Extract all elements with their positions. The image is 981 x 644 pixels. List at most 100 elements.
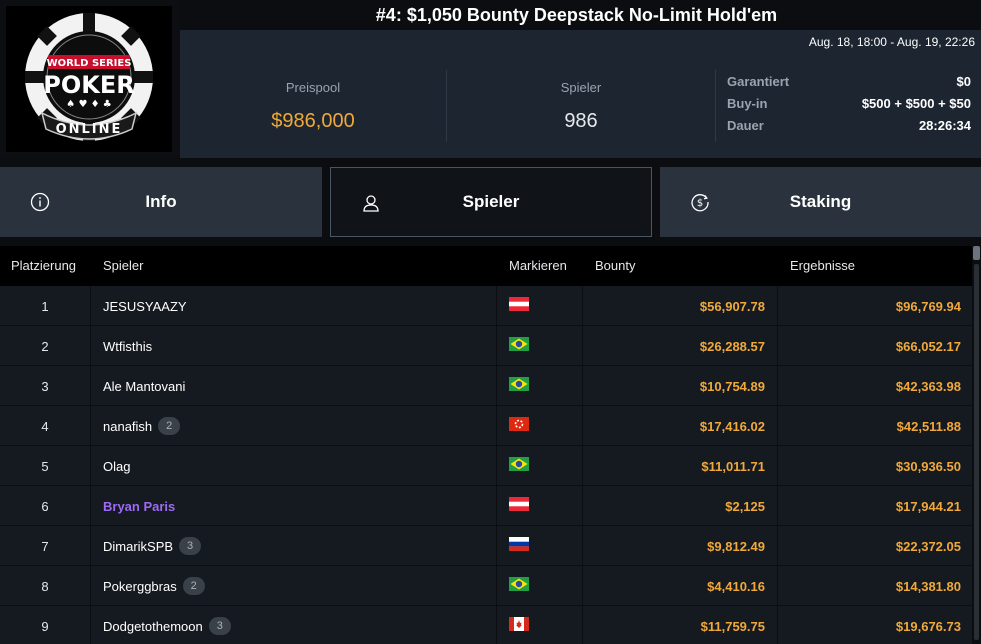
svg-text:♠ ♥ ♦ ♣: ♠ ♥ ♦ ♣: [66, 99, 111, 110]
cell-divider: [582, 326, 583, 366]
bounty-cell: $10,754.89: [699, 378, 765, 394]
brazil-flag-icon: [509, 457, 529, 471]
prize-pool-stat: Preispool $986,000: [180, 54, 446, 158]
player-name-cell[interactable]: DimarikSPB 3: [103, 526, 202, 566]
table-row[interactable]: 1 JESUSYAAZY $56,907.78 $96,769.94: [0, 286, 972, 326]
tab-players[interactable]: Spieler: [330, 167, 652, 237]
player-name-cell[interactable]: JESUSYAAZY: [103, 286, 187, 326]
player-name-cell[interactable]: Wtfisthis: [103, 326, 152, 366]
player-name[interactable]: Dodgetothemoon: [103, 619, 203, 634]
cell-divider: [496, 366, 497, 406]
duration-label: Dauer: [727, 118, 764, 133]
table-row[interactable]: 3 Ale Mantovani $10,754.89 $42,363.98: [0, 366, 972, 406]
player-count-badge: 3: [208, 617, 231, 635]
cell-divider: [496, 486, 497, 526]
rank-cell: 5: [41, 458, 49, 474]
bounty-cell: $11,011.71: [701, 458, 765, 474]
player-name[interactable]: DimarikSPB: [103, 539, 173, 554]
player-name[interactable]: Wtfisthis: [103, 339, 152, 354]
cell-divider: [90, 286, 91, 326]
cell-divider: [777, 446, 778, 486]
tournament-dates: Aug. 18, 18:00 - Aug. 19, 22:26: [808, 35, 975, 49]
player-name-cell[interactable]: Olag: [103, 446, 130, 486]
player-name[interactable]: nanafish: [103, 419, 152, 434]
bounty-cell: $4,410.16: [707, 578, 765, 594]
flag-cell: [509, 296, 529, 312]
result-cell: $17,944.21: [895, 498, 961, 514]
brazil-flag-icon: [509, 377, 529, 391]
table-row[interactable]: 7 DimarikSPB 3 $9,812.49 $22,372.05: [0, 526, 972, 566]
hong-kong-flag-icon: [509, 417, 529, 431]
canada-flag-icon: [509, 617, 529, 631]
scrollbar-thumb[interactable]: [973, 246, 980, 260]
cell-divider: [777, 526, 778, 566]
table-row[interactable]: 5 Olag $11,011.71 $30,936.50: [0, 446, 972, 486]
cell-divider: [777, 366, 778, 406]
table-row[interactable]: 6 Bryan Paris $2,125 $17,944.21: [0, 486, 972, 526]
cell-divider: [90, 366, 91, 406]
player-name[interactable]: Bryan Paris: [103, 499, 175, 514]
stat-divider: [715, 70, 716, 142]
buyin-row: Buy-in $500 + $500 + $50: [727, 96, 971, 118]
col-flag-header[interactable]: Markieren: [509, 258, 567, 273]
player-name-cell[interactable]: Dodgetothemoon 3: [103, 606, 231, 644]
tab-info[interactable]: Info: [0, 167, 322, 237]
player-name[interactable]: Ale Mantovani: [103, 379, 185, 394]
rank-cell: 1: [41, 298, 49, 314]
player-name-cell[interactable]: nanafish 2: [103, 406, 181, 446]
flag-cell: [509, 616, 529, 632]
player-name-cell[interactable]: Pokerggbras 2: [103, 566, 205, 606]
tournament-title: #4: $1,050 Bounty Deepstack No-Limit Hol…: [375, 4, 778, 25]
result-cell: $42,363.98: [895, 378, 961, 394]
flag-cell: [509, 376, 529, 392]
bounty-cell: $9,812.49: [707, 538, 765, 554]
player-name[interactable]: Pokerggbras: [103, 579, 177, 594]
players-stat: Spieler 986: [447, 54, 715, 158]
user-icon: [363, 195, 379, 212]
table-row[interactable]: 9 Dodgetothemoon 3 $11,759.75 $19,676.73: [0, 606, 972, 644]
cell-divider: [582, 366, 583, 406]
cell-divider: [582, 446, 583, 486]
cell-divider: [496, 566, 497, 606]
player-name[interactable]: Olag: [103, 459, 130, 474]
table-header: Platzierung Spieler Markieren Bounty Erg…: [0, 246, 972, 286]
players-label: Spieler: [560, 80, 602, 95]
player-name-cell[interactable]: Bryan Paris: [103, 486, 175, 526]
result-cell: $42,511.88: [896, 418, 961, 434]
result-cell: $96,769.94: [895, 298, 961, 314]
flag-cell: [509, 336, 529, 352]
cell-divider: [582, 486, 583, 526]
scrollbar-rail[interactable]: [974, 264, 979, 640]
player-name-cell[interactable]: Ale Mantovani: [103, 366, 185, 406]
player-name[interactable]: JESUSYAAZY: [103, 299, 187, 314]
col-rank-header[interactable]: Platzierung: [11, 258, 76, 273]
rank-cell: 6: [41, 498, 49, 514]
bounty-cell: $11,759.75: [700, 618, 765, 634]
tab-staking[interactable]: $ Staking: [660, 167, 981, 237]
cell-divider: [90, 486, 91, 526]
cell-divider: [777, 566, 778, 606]
result-cell: $22,372.05: [895, 538, 961, 554]
players-value: 986: [564, 110, 598, 132]
col-result-header[interactable]: Ergebnisse: [790, 258, 855, 273]
table-row[interactable]: 8 Pokerggbras 2 $4,410.16 $14,381.80: [0, 566, 972, 606]
result-cell: $19,676.73: [895, 618, 961, 634]
cell-divider: [582, 566, 583, 606]
player-count-badge: 2: [182, 577, 205, 595]
cell-divider: [496, 526, 497, 566]
cell-divider: [777, 326, 778, 366]
cell-divider: [90, 326, 91, 366]
cell-divider: [582, 526, 583, 566]
wsop-logo: WORLD SERIES POKER ♠ ♥ ♦ ♣ ONLINE: [6, 6, 172, 152]
col-player-header[interactable]: Spieler: [103, 258, 143, 273]
scrollbar[interactable]: [972, 246, 981, 644]
rank-cell: 4: [41, 418, 49, 434]
table-row[interactable]: 4 nanafish 2 $17,416.02 $42,511.88: [0, 406, 972, 446]
tab-bar: Info Spieler $ Staking: [0, 167, 981, 237]
col-bounty-header[interactable]: Bounty: [595, 258, 635, 273]
table-row[interactable]: 2 Wtfisthis $26,288.57 $66,052.17: [0, 326, 972, 366]
flag-cell: [509, 576, 529, 592]
flag-cell: [509, 416, 529, 432]
logo-text-middle: POKER: [43, 71, 134, 99]
cell-divider: [90, 606, 91, 644]
